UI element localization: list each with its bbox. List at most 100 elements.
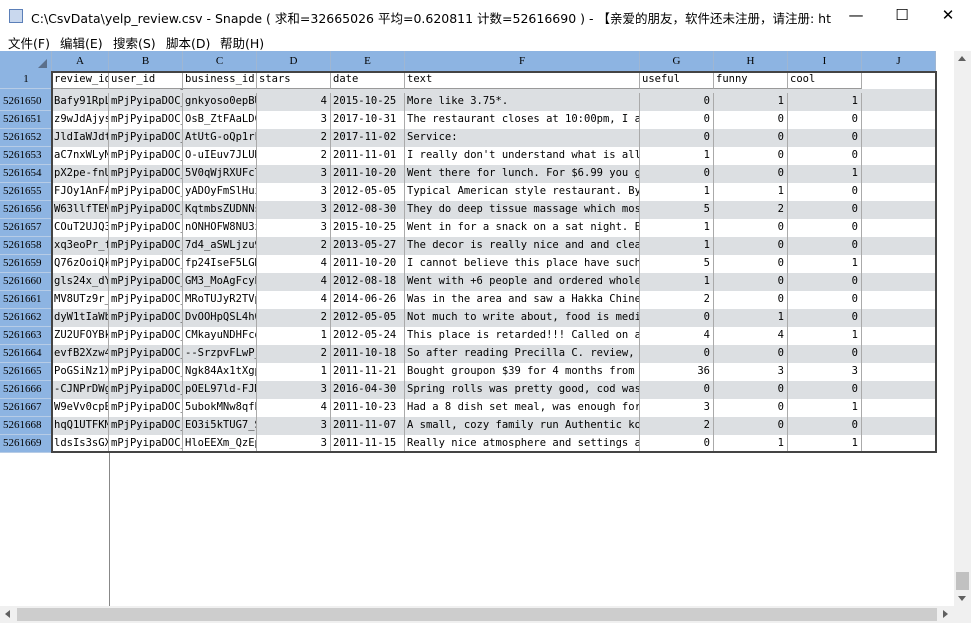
table-cell[interactable]: 2	[640, 417, 714, 435]
table-cell[interactable]: 36	[640, 363, 714, 381]
table-cell[interactable]: 2017-11-02	[331, 129, 405, 147]
menu-edit[interactable]: 编辑(E)	[60, 33, 103, 52]
table-cell[interactable]: 4	[257, 273, 331, 291]
table-cell[interactable]: 3	[257, 381, 331, 399]
table-cell[interactable]: 1	[788, 435, 862, 453]
table-cell[interactable]: 2015-10-25	[331, 219, 405, 237]
table-cell[interactable]: Went there for lunch. For $6.99 you get	[405, 165, 640, 183]
table-cell[interactable]: 1	[714, 435, 788, 453]
table-cell[interactable]: 2	[257, 147, 331, 165]
table-cell[interactable]: 0	[788, 183, 862, 201]
column-header-d[interactable]: D	[257, 51, 331, 71]
table-cell[interactable]: 2011-10-18	[331, 345, 405, 363]
table-cell-empty[interactable]	[862, 435, 937, 453]
table-cell[interactable]: 2	[257, 237, 331, 255]
table-cell[interactable]: gls24x_dY	[52, 273, 109, 291]
table-cell[interactable]: 0	[714, 345, 788, 363]
table-cell[interactable]: 0	[640, 111, 714, 129]
field-name-cell[interactable]: review_id	[52, 71, 109, 89]
table-cell-empty[interactable]	[862, 381, 937, 399]
table-cell[interactable]: 4	[257, 291, 331, 309]
table-cell[interactable]: 0	[714, 219, 788, 237]
table-cell[interactable]: 4	[257, 255, 331, 273]
table-cell[interactable]: 2015-10-25	[331, 93, 405, 111]
column-header-j[interactable]: J	[862, 51, 936, 71]
table-cell[interactable]: pOEL97ld-FJM	[183, 381, 257, 399]
table-cell[interactable]: DvOOHpQSL4h0	[183, 309, 257, 327]
table-cell[interactable]: 0	[714, 255, 788, 273]
table-cell[interactable]: I cannot believe this place have such f	[405, 255, 640, 273]
vertical-scrollbar[interactable]	[954, 51, 971, 606]
table-cell[interactable]: mPjPyipaDOC_	[109, 327, 183, 345]
table-cell[interactable]: A small, cozy family run Authentic kore	[405, 417, 640, 435]
row-header[interactable]: 5261656	[0, 201, 52, 219]
table-cell[interactable]: 0	[714, 273, 788, 291]
table-cell[interactable]: O-uIEuv7JLUH	[183, 147, 257, 165]
table-cell[interactable]: 2012-05-05	[331, 309, 405, 327]
table-cell[interactable]: 7d4_aSWLjzu9	[183, 237, 257, 255]
table-cell[interactable]: 3	[640, 399, 714, 417]
maximize-button[interactable]: ☐	[879, 0, 925, 31]
table-cell[interactable]: Typical American style restaurant. By	[405, 183, 640, 201]
table-cell[interactable]: Ngk84Ax1tXgp	[183, 363, 257, 381]
table-cell[interactable]: mPjPyipaDOC_	[109, 201, 183, 219]
table-cell[interactable]: 4	[257, 399, 331, 417]
menu-help[interactable]: 帮助(H)	[220, 33, 264, 52]
table-cell[interactable]: 2011-10-23	[331, 399, 405, 417]
table-cell-empty[interactable]	[862, 255, 937, 273]
row-header[interactable]: 5261652	[0, 129, 52, 147]
table-cell[interactable]: 5	[640, 201, 714, 219]
table-cell[interactable]: 1	[257, 327, 331, 345]
table-cell[interactable]: 0	[640, 381, 714, 399]
table-cell[interactable]: W63llfTEMM	[52, 201, 109, 219]
table-cell[interactable]: z9wJdAjys	[52, 111, 109, 129]
table-cell[interactable]: FJOy1AnFAp	[52, 183, 109, 201]
table-cell[interactable]: 1	[640, 183, 714, 201]
table-cell[interactable]: mPjPyipaDOC_	[109, 129, 183, 147]
table-cell[interactable]: 2011-11-07	[331, 417, 405, 435]
menu-file[interactable]: 文件(F)	[8, 33, 50, 52]
table-cell[interactable]: 3	[257, 201, 331, 219]
table-cell[interactable]: pX2pe-fnUl	[52, 165, 109, 183]
table-cell[interactable]: mPjPyipaDOC_	[109, 255, 183, 273]
row-header-frozen[interactable]: 1	[0, 71, 52, 89]
field-name-cell[interactable]: user_id	[109, 71, 183, 89]
row-header[interactable]: 5261653	[0, 147, 52, 165]
table-cell[interactable]: 0	[714, 399, 788, 417]
table-cell[interactable]: 0	[788, 201, 862, 219]
row-header[interactable]: 5261654	[0, 165, 52, 183]
table-cell[interactable]: 2013-05-27	[331, 237, 405, 255]
table-cell[interactable]: mPjPyipaDOC_	[109, 165, 183, 183]
vertical-scroll-thumb[interactable]	[956, 572, 969, 590]
table-cell-empty[interactable]	[862, 273, 937, 291]
table-cell[interactable]: Went with +6 people and ordered whole b	[405, 273, 640, 291]
table-cell-empty[interactable]	[862, 129, 937, 147]
table-cell-empty[interactable]	[862, 291, 937, 309]
row-header[interactable]: 5261659	[0, 255, 52, 273]
table-cell[interactable]: mPjPyipaDOC_	[109, 363, 183, 381]
table-cell[interactable]: 1	[257, 363, 331, 381]
close-button[interactable]: ✕	[925, 0, 971, 31]
table-cell[interactable]: Went in for a snack on a sat night. E	[405, 219, 640, 237]
table-cell[interactable]: 0	[714, 111, 788, 129]
table-cell[interactable]: mPjPyipaDOC_	[109, 273, 183, 291]
table-cell[interactable]: 2016-04-30	[331, 381, 405, 399]
row-header[interactable]: 5261666	[0, 381, 52, 399]
table-cell[interactable]: Bafy91RpLI	[52, 93, 109, 111]
column-header-g[interactable]: G	[640, 51, 714, 71]
table-cell[interactable]: 1	[788, 399, 862, 417]
table-cell[interactable]: W9eVv0cpB	[52, 399, 109, 417]
table-cell[interactable]: Really nice atmosphere and settings and	[405, 435, 640, 453]
table-cell[interactable]: They do deep tissue massage which most	[405, 201, 640, 219]
row-header[interactable]: 5261650	[0, 93, 52, 111]
table-cell[interactable]: 2012-08-30	[331, 201, 405, 219]
row-header[interactable]: 5261663	[0, 327, 52, 345]
row-header[interactable]: 5261655	[0, 183, 52, 201]
table-cell[interactable]: 1	[714, 93, 788, 111]
table-cell[interactable]: 2012-05-05	[331, 183, 405, 201]
table-cell-empty[interactable]	[862, 165, 937, 183]
table-cell[interactable]: Service:	[405, 129, 640, 147]
table-cell[interactable]: 1	[788, 327, 862, 345]
table-cell[interactable]: aC7nxWLyMD	[52, 147, 109, 165]
table-cell[interactable]: 0	[714, 147, 788, 165]
